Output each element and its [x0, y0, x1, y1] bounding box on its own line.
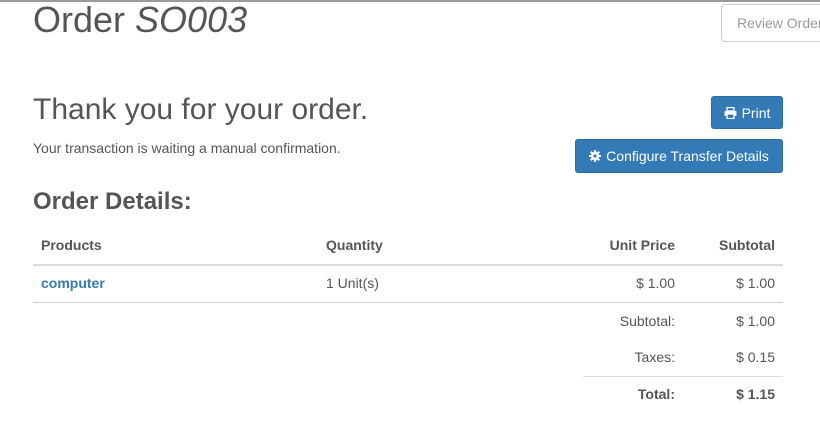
order-number: SO003	[135, 0, 248, 40]
configure-transfer-details-button[interactable]: Configure Transfer Details	[575, 139, 783, 173]
page-title-prefix: Order	[33, 0, 126, 40]
transaction-status-text: Your transaction is waiting a manual con…	[33, 140, 341, 156]
order-details-heading: Order Details:	[33, 188, 192, 215]
column-header-subtotal: Subtotal	[719, 237, 775, 253]
product-quantity: 1 Unit(s)	[326, 275, 379, 291]
table-row-divider	[33, 302, 783, 303]
print-button[interactable]: Print	[711, 96, 783, 129]
column-header-products: Products	[41, 237, 102, 253]
print-icon	[724, 106, 737, 119]
product-subtotal: $ 1.00	[736, 275, 775, 291]
taxes-value: $ 0.15	[736, 349, 775, 365]
subtotal-value: $ 1.00	[736, 313, 775, 329]
configure-button-label: Configure Transfer Details	[606, 148, 769, 164]
thank-you-heading: Thank you for your order.	[33, 93, 369, 126]
page-title: Order SO003	[33, 0, 247, 42]
subtotal-label: Subtotal:	[619, 313, 675, 329]
gear-icon	[589, 150, 602, 162]
taxes-label: Taxes:	[634, 349, 675, 365]
table-header-divider	[33, 264, 783, 266]
print-button-label: Print	[741, 104, 771, 121]
product-link[interactable]: computer	[41, 274, 105, 292]
total-value: $ 1.15	[736, 386, 775, 402]
column-header-unit-price: Unit Price	[609, 237, 675, 253]
total-divider	[583, 376, 783, 377]
total-label: Total:	[637, 386, 675, 402]
column-header-quantity: Quantity	[326, 237, 383, 253]
review-order-button[interactable]: Review Order	[721, 4, 820, 42]
product-unit-price: $ 1.00	[636, 275, 675, 291]
